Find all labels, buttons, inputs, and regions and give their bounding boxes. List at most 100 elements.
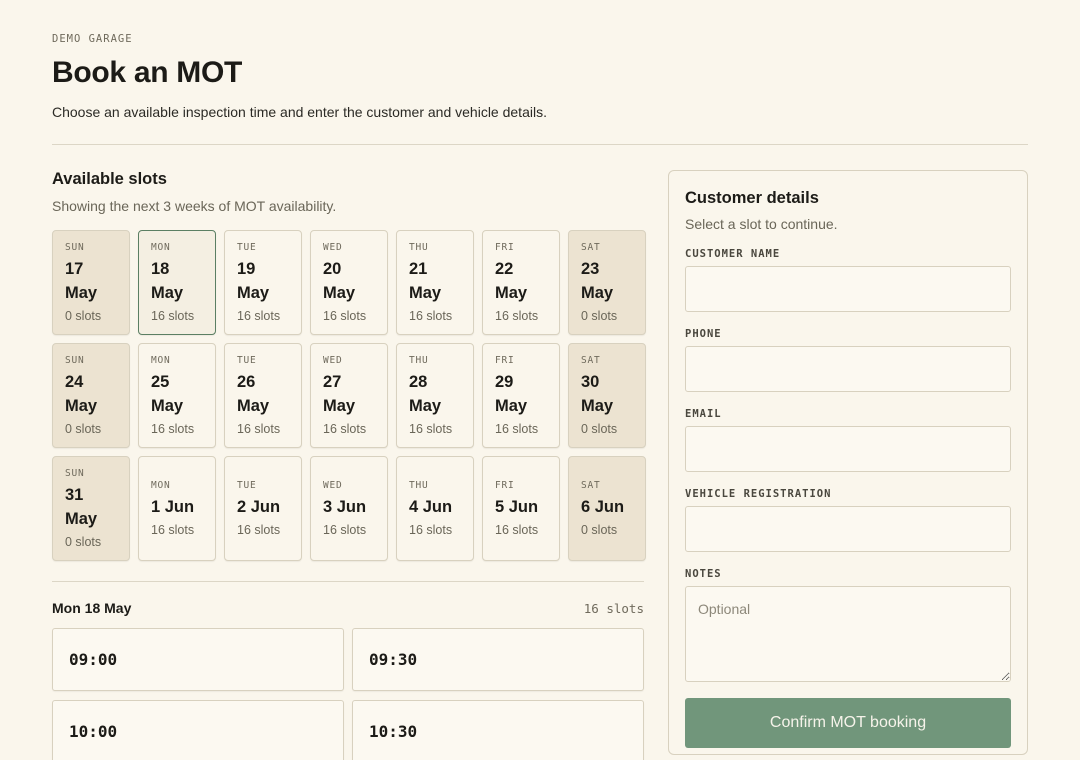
day-card[interactable]: TUE 2 Jun 16 slots	[224, 456, 302, 561]
availability-section: Available slots Showing the next 3 weeks…	[52, 170, 646, 760]
phone-label: PHONE	[685, 328, 722, 340]
email-label: EMAIL	[685, 408, 722, 420]
day-card[interactable]: SAT 23 May 0 slots	[568, 230, 646, 335]
day-card[interactable]: FRI 5 Jun 16 slots	[482, 456, 560, 561]
phone-field: PHONE	[685, 328, 1011, 392]
day-card[interactable]: TUE 26 May 16 slots	[224, 343, 302, 448]
day-of-week: FRI	[495, 480, 515, 491]
day-of-week: THU	[409, 480, 429, 491]
day-slot-count: 16 slots	[237, 523, 281, 537]
day-date: 1 Jun	[151, 498, 195, 516]
day-card[interactable]: WED 20 May 16 slots	[310, 230, 388, 335]
day-date: 27 May	[323, 373, 356, 415]
day-date: 18 May	[151, 260, 184, 302]
customer-details-title: Customer details	[685, 189, 819, 207]
day-of-week: TUE	[237, 480, 257, 491]
page-title: Book an MOT	[52, 56, 243, 89]
day-card[interactable]: MON 25 May 16 slots	[138, 343, 216, 448]
booking-page: DEMO GARAGE Book an MOT Choose an availa…	[0, 0, 1080, 760]
day-card[interactable]: MON 1 Jun 16 slots	[138, 456, 216, 561]
day-card[interactable]: THU 28 May 16 slots	[396, 343, 474, 448]
notes-field: NOTES	[685, 568, 1011, 682]
time-slot-button[interactable]: 10:00	[52, 700, 344, 760]
day-card[interactable]: SUN 17 May 0 slots	[52, 230, 130, 335]
day-card[interactable]: SAT 6 Jun 0 slots	[568, 456, 646, 561]
day-slot-count: 16 slots	[237, 422, 281, 436]
day-card[interactable]: MON 18 May 16 slots	[138, 230, 216, 335]
vehicle-registration-input[interactable]	[685, 506, 1011, 552]
customer-name-input[interactable]	[685, 266, 1011, 312]
day-card[interactable]: SAT 30 May 0 slots	[568, 343, 646, 448]
day-of-week: TUE	[237, 355, 257, 366]
day-slot-count: 16 slots	[323, 309, 367, 323]
day-of-week: SAT	[581, 355, 601, 366]
day-date: 28 May	[409, 373, 442, 415]
day-of-week: WED	[323, 480, 343, 491]
day-slot-count: 16 slots	[495, 309, 539, 323]
customer-details-card: Customer details Select a slot to contin…	[668, 170, 1028, 755]
day-card[interactable]: THU 4 Jun 16 slots	[396, 456, 474, 561]
day-card[interactable]: FRI 29 May 16 slots	[482, 343, 560, 448]
day-of-week: THU	[409, 242, 429, 253]
day-slot-count: 0 slots	[65, 309, 102, 323]
day-of-week: SUN	[65, 242, 85, 253]
day-card[interactable]: SUN 24 May 0 slots	[52, 343, 130, 448]
day-date: 23 May	[581, 260, 614, 302]
day-slot-count: 16 slots	[495, 523, 539, 537]
customer-fields: CUSTOMER NAME PHONE EMAIL VEHICLE REGISTRAT…	[685, 248, 1011, 552]
day-slot-count: 0 slots	[581, 309, 618, 323]
day-date: 31 May	[65, 486, 98, 528]
time-slot-button[interactable]: 09:30	[352, 628, 644, 691]
day-slot-count: 16 slots	[151, 422, 195, 436]
day-of-week: SAT	[581, 242, 601, 253]
day-slot-count: 0 slots	[65, 422, 102, 436]
phone-input[interactable]	[685, 346, 1011, 392]
day-card[interactable]: SUN 31 May 0 slots	[52, 456, 130, 561]
day-date: 22 May	[495, 260, 528, 302]
day-of-week: THU	[409, 355, 429, 366]
day-of-week: WED	[323, 355, 343, 366]
notes-textarea[interactable]	[685, 586, 1011, 682]
selected-day-label: Mon 18 May	[52, 600, 132, 616]
email-input[interactable]	[685, 426, 1011, 472]
email-field: EMAIL	[685, 408, 1011, 472]
day-date: 20 May	[323, 260, 356, 302]
day-card[interactable]: WED 3 Jun 16 slots	[310, 456, 388, 561]
day-slot-count: 16 slots	[409, 309, 453, 323]
day-of-week: WED	[323, 242, 343, 253]
availability-title: Available slots	[52, 170, 167, 188]
day-of-week: SAT	[581, 480, 601, 491]
day-date: 17 May	[65, 260, 98, 302]
time-slot-button[interactable]: 09:00	[52, 628, 344, 691]
day-of-week: MON	[151, 242, 171, 253]
day-card[interactable]: THU 21 May 16 slots	[396, 230, 474, 335]
day-slot-count: 16 slots	[323, 422, 367, 436]
day-of-week: TUE	[237, 242, 257, 253]
selected-day-slot-count: 16 slots	[583, 601, 644, 616]
vehicle-registration-field: VEHICLE REGISTRATION	[685, 488, 1011, 552]
day-date: 30 May	[581, 373, 614, 415]
day-slot-count: 16 slots	[237, 309, 281, 323]
notes-label: NOTES	[685, 568, 722, 580]
page-subtitle: Choose an available inspection time and …	[52, 104, 547, 120]
day-of-week: MON	[151, 355, 171, 366]
day-date: 24 May	[65, 373, 98, 415]
day-date: 21 May	[409, 260, 442, 302]
vehicle-registration-label: VEHICLE REGISTRATION	[685, 488, 832, 500]
day-date: 2 Jun	[237, 498, 281, 516]
confirm-booking-button[interactable]: Confirm MOT booking	[685, 698, 1011, 748]
day-of-week: SUN	[65, 468, 85, 479]
time-slot-button[interactable]: 10:30	[352, 700, 644, 760]
availability-subtitle: Showing the next 3 weeks of MOT availabi…	[52, 198, 337, 214]
day-of-week: MON	[151, 480, 171, 491]
day-card[interactable]: FRI 22 May 16 slots	[482, 230, 560, 335]
day-slot-count: 16 slots	[495, 422, 539, 436]
garage-name: DEMO GARAGE	[52, 33, 133, 45]
day-date: 26 May	[237, 373, 270, 415]
day-slot-count: 0 slots	[581, 422, 618, 436]
day-card[interactable]: TUE 19 May 16 slots	[224, 230, 302, 335]
day-slot-count: 0 slots	[65, 535, 102, 549]
day-slot-count: 16 slots	[151, 523, 195, 537]
day-card[interactable]: WED 27 May 16 slots	[310, 343, 388, 448]
customer-name-field: CUSTOMER NAME	[685, 248, 1011, 312]
